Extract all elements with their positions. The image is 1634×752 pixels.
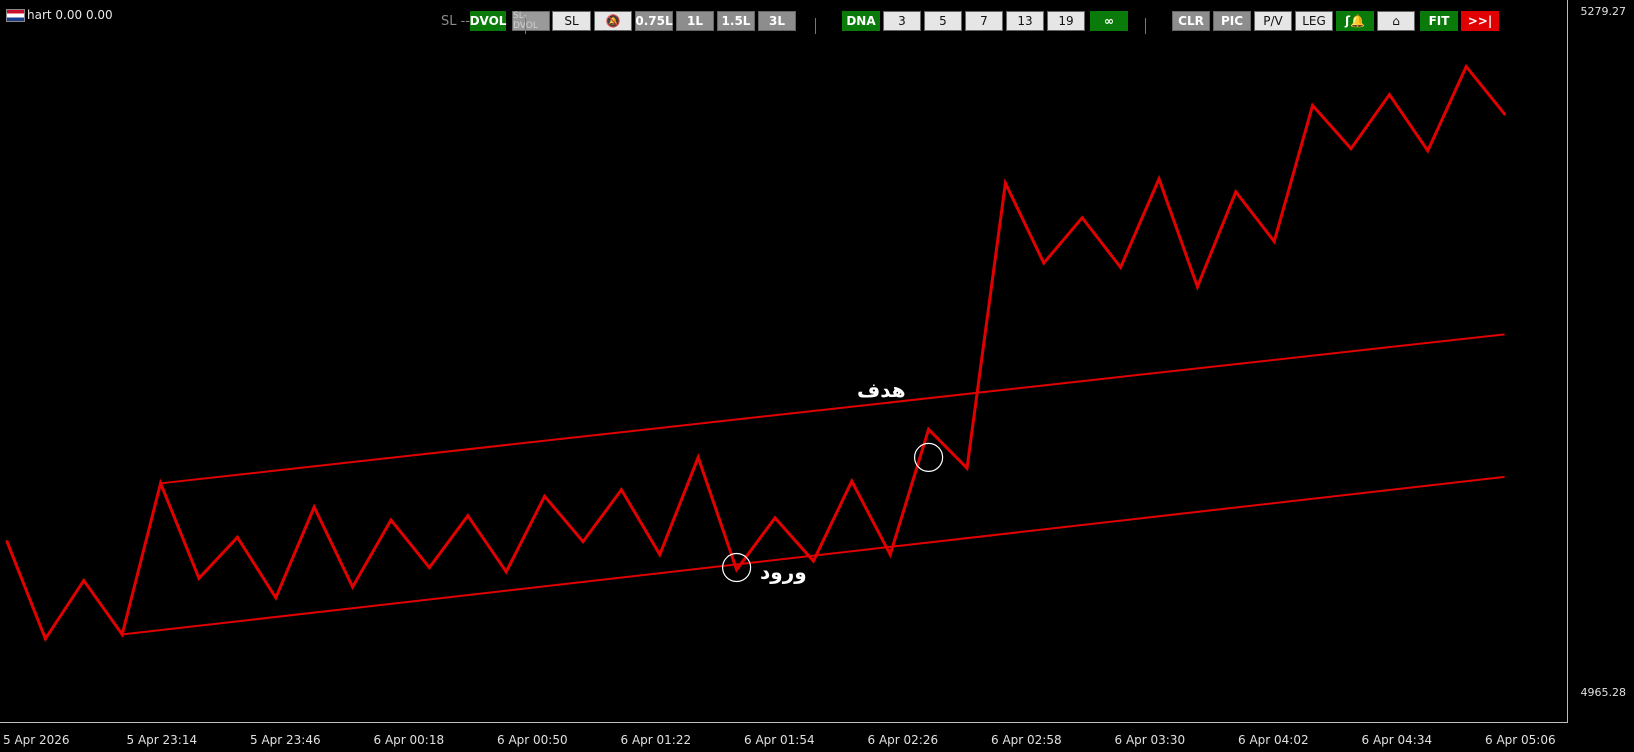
price-point — [1387, 93, 1391, 97]
price-point — [43, 637, 47, 641]
toolbar-separator — [815, 18, 816, 34]
price-point — [197, 576, 201, 580]
price-point — [1042, 261, 1046, 265]
price-point — [1311, 103, 1315, 107]
chart-area[interactable] — [0, 0, 1568, 723]
toolbar-button-3l[interactable]: 3L — [758, 11, 796, 31]
toolbar-separator — [525, 18, 526, 34]
toolbar-button-1-5l[interactable]: 1.5L — [717, 11, 755, 31]
price-point — [351, 585, 355, 589]
toolbar-button-dvol[interactable]: DVOL — [470, 11, 506, 31]
price-point — [1503, 112, 1507, 116]
price-point — [159, 481, 163, 485]
price-point — [543, 494, 547, 498]
price-line[interactable] — [5, 63, 1506, 643]
symbol-label: hart 0.00 0.00 — [6, 8, 113, 22]
price-chart[interactable] — [0, 0, 1568, 723]
price-point — [1195, 285, 1199, 289]
price-point — [389, 518, 393, 522]
price-point — [850, 479, 854, 483]
alert-bell-button[interactable]: ʃ🔔 — [1336, 11, 1374, 31]
price-point — [696, 455, 700, 459]
toolbar-button-3[interactable]: 3 — [883, 11, 921, 31]
toolbar-button-p-v[interactable]: P/V — [1254, 11, 1292, 31]
price-point — [120, 632, 124, 636]
target-annotation: هدف — [857, 378, 906, 402]
sl-status-text: SL -- — [441, 14, 471, 29]
price-point — [811, 559, 815, 563]
price-point — [312, 505, 316, 509]
time-axis-label: 6 Apr 04:34 — [1361, 733, 1433, 747]
time-axis-label: 6 Apr 00:50 — [497, 733, 568, 747]
toolbar-button-[interactable]: ∞ — [1090, 11, 1128, 31]
price-point — [1234, 190, 1238, 194]
time-axis-label: 5 Apr 2026 — [3, 733, 70, 747]
price-point — [82, 578, 86, 582]
time-axis-label: 5 Apr 23:46 — [250, 733, 321, 747]
price-point — [927, 427, 931, 431]
price-point — [581, 540, 585, 544]
price-point — [1272, 239, 1276, 243]
toolbar-button-0-75l[interactable]: 0.75L — [635, 11, 673, 31]
flag-icon — [6, 8, 25, 22]
time-axis-label: 6 Apr 02:26 — [867, 733, 939, 747]
channel-upper-line[interactable] — [160, 333, 1505, 485]
time-axis-label: 6 Apr 05:06 — [1485, 733, 1556, 747]
toolbar-button-1l[interactable]: 1L — [676, 11, 714, 31]
toolbar-button-[interactable]: >>| — [1461, 11, 1499, 31]
toolbar-button-fit[interactable]: FIT — [1420, 11, 1458, 31]
toolbar-separator — [1145, 18, 1146, 34]
toolbar-button-pic[interactable]: PIC — [1213, 11, 1251, 31]
toolbar-button-sl-dvol[interactable]: SL-DVOL — [512, 11, 550, 31]
time-axis-label: 6 Apr 03:30 — [1114, 733, 1186, 747]
price-point — [1464, 65, 1468, 69]
alert-bell-icon: ʃ🔔 — [1345, 14, 1365, 28]
price-point — [735, 568, 739, 572]
price-axis-top: 5279.27 — [1580, 5, 1627, 18]
price-point — [1349, 147, 1353, 151]
channel-lower-line[interactable] — [122, 475, 1505, 636]
price-point — [1003, 181, 1007, 185]
bell-off-button[interactable]: 🔕 — [594, 11, 632, 31]
price-axis-bottom: 4965.28 — [1580, 686, 1627, 699]
time-axis-label: 6 Apr 01:22 — [620, 733, 692, 747]
toolbar-button-19[interactable]: 19 — [1047, 11, 1085, 31]
toolbar-button-7[interactable]: 7 — [965, 11, 1003, 31]
price-point — [5, 540, 9, 544]
toolbar-button-sl[interactable]: SL — [552, 11, 591, 31]
time-axis-label: 6 Apr 04:02 — [1238, 733, 1309, 747]
time-axis-label: 6 Apr 02:58 — [991, 733, 1062, 747]
price-point — [1157, 177, 1161, 181]
price-point — [1426, 149, 1430, 153]
bell-off-icon: 🔕 — [605, 14, 621, 28]
time-axis-label: 6 Apr 01:54 — [744, 733, 815, 747]
price-point — [658, 553, 662, 557]
price-point — [1119, 265, 1123, 269]
price-point — [619, 488, 623, 492]
toolbar-button-leg[interactable]: LEG — [1295, 11, 1333, 31]
price-point — [427, 566, 431, 570]
time-axis-label: 5 Apr 23:14 — [126, 733, 198, 747]
price-point — [274, 596, 278, 600]
price-point — [965, 466, 969, 470]
toolbar-button-dna[interactable]: DNA — [842, 11, 880, 31]
arch-icon: ⌂ — [1392, 14, 1400, 28]
price-point — [504, 570, 508, 574]
price-point — [1080, 216, 1084, 220]
price-point — [466, 514, 470, 518]
price-point — [235, 535, 239, 539]
toolbar-button-5[interactable]: 5 — [924, 11, 962, 31]
symbol-text: hart 0.00 0.00 — [27, 8, 113, 22]
time-axis-label: 6 Apr 00:18 — [373, 733, 445, 747]
price-point — [773, 516, 777, 520]
entry-annotation: ورود — [760, 560, 807, 584]
price-point — [888, 553, 892, 557]
toolbar-button-clr[interactable]: CLR — [1172, 11, 1210, 31]
arch-button[interactable]: ⌂ — [1377, 11, 1415, 31]
toolbar-button-13[interactable]: 13 — [1006, 11, 1044, 31]
